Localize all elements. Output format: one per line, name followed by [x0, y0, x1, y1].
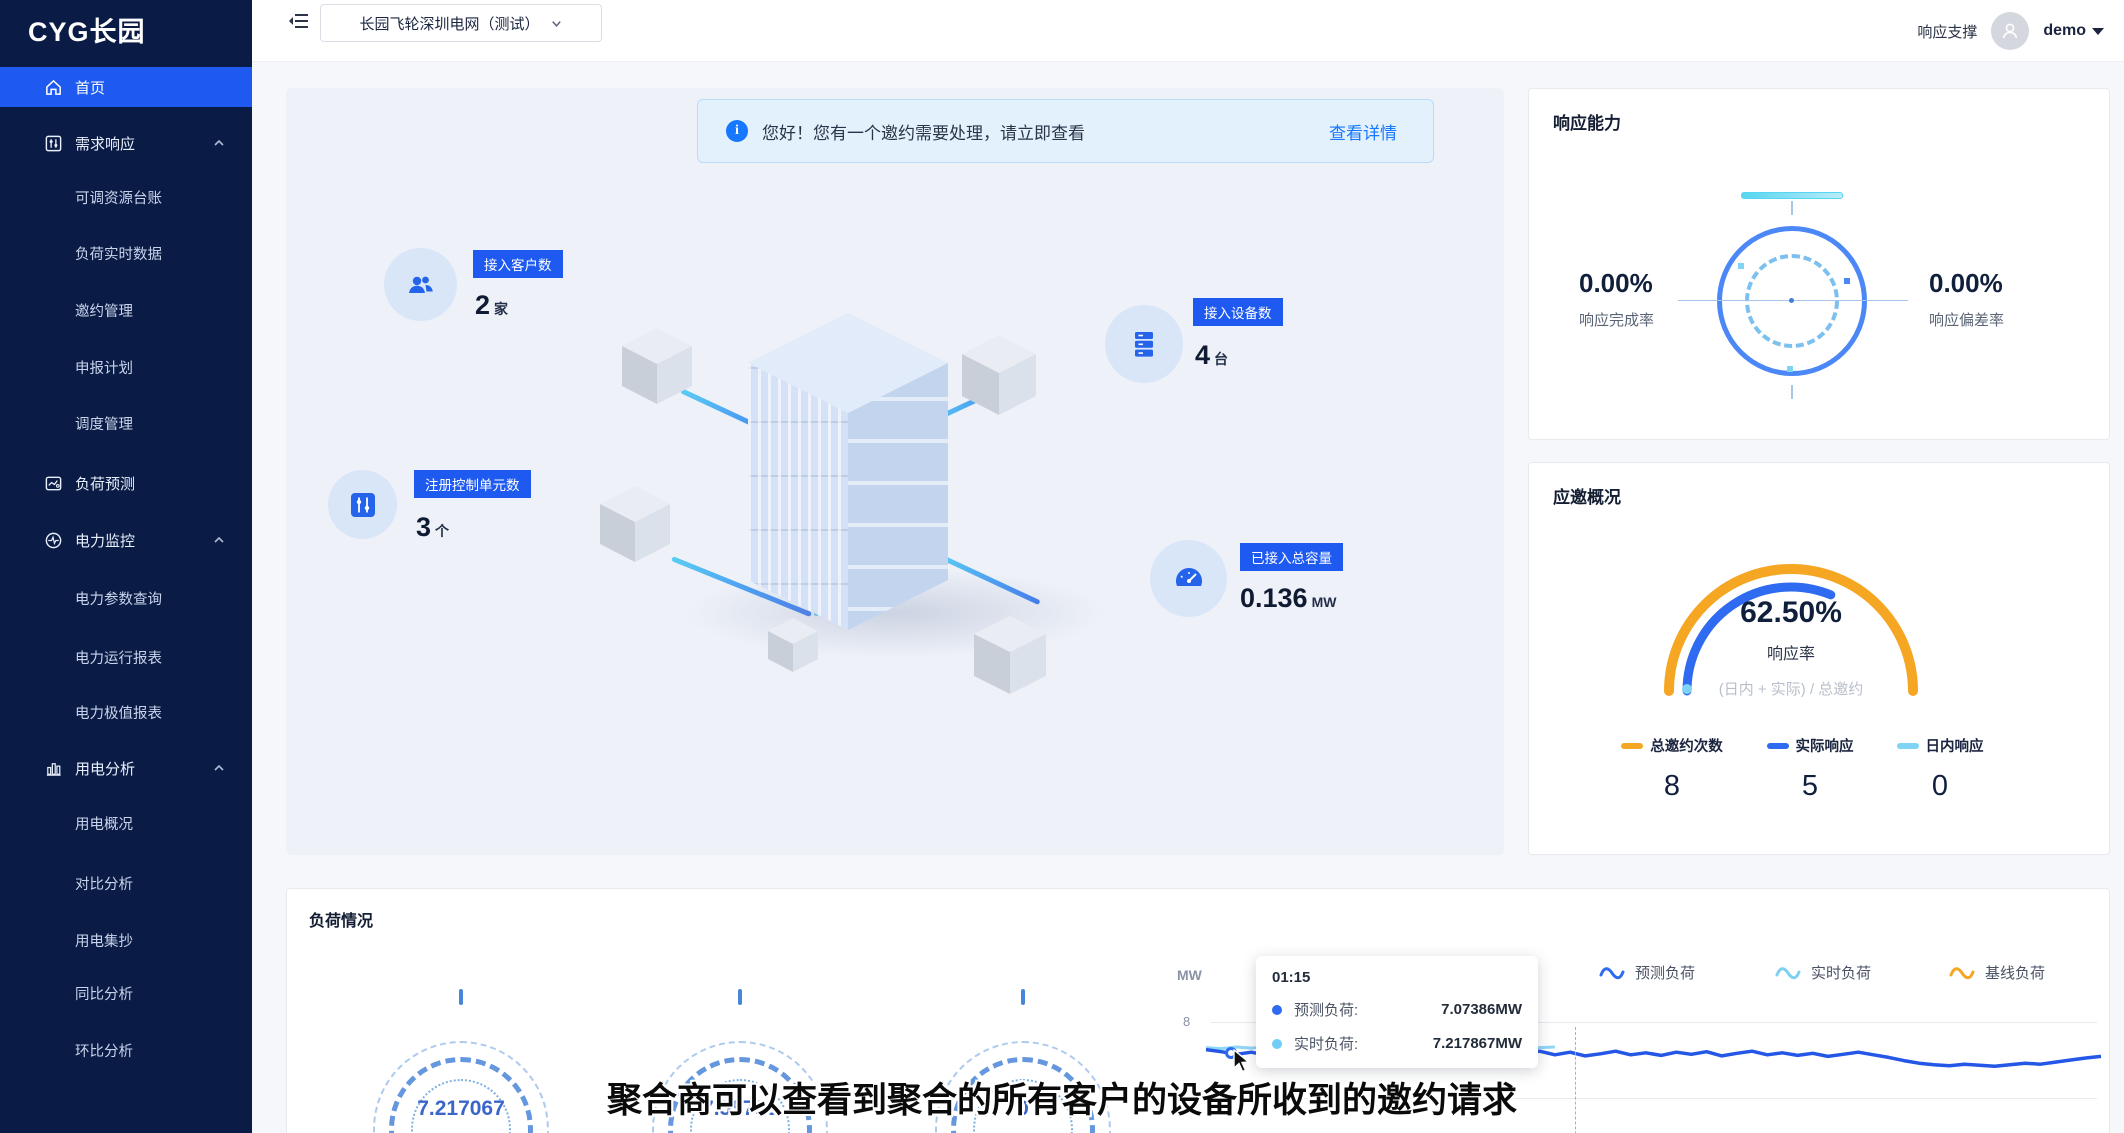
app-root: CYG长园 首页 需求响应 可调资源台账 负荷实时数据 邀约管理 申报计划 调度… [0, 0, 2124, 1133]
legend-total-invitations[interactable]: 总邀约次数 8 [1613, 735, 1731, 803]
topbar-right: 响应支撑 demo [1917, 0, 2104, 62]
home-icon [42, 76, 64, 98]
info-icon: i [726, 120, 748, 142]
wave-icon [1599, 964, 1625, 982]
sidebar-item-home[interactable]: 首页 [0, 67, 252, 107]
series-dot [1272, 1005, 1282, 1015]
sidebar-item-comparison-analysis[interactable]: 对比分析 [0, 863, 252, 903]
chevron-up-icon [212, 533, 226, 547]
username: demo [2043, 22, 2086, 40]
usage-analysis-icon [42, 757, 64, 779]
sidebar-item-power-parameter-query[interactable]: 电力参数查询 [0, 578, 252, 618]
wave-icon [1949, 964, 1975, 982]
avatar[interactable] [1991, 12, 2029, 50]
sidebar-item-label: 需求响应 [75, 133, 135, 154]
legend-baseline-load[interactable]: 基线负荷 [1949, 962, 2045, 983]
sidebar-item-mom-analysis[interactable]: 环比分析 [0, 1030, 252, 1070]
banner-message: 您好！您有一个邀约需要处理，请立即查看 [762, 119, 1329, 144]
legend-forecast-load[interactable]: 预测负荷 [1599, 962, 1695, 983]
control-unit-icon [328, 470, 397, 539]
response-completion: 0.00% 响应完成率 [1579, 268, 1729, 330]
gauge-icon [1150, 540, 1227, 617]
sidebar: CYG长园 首页 需求响应 可调资源台账 负荷实时数据 邀约管理 申报计划 调度… [0, 0, 252, 1133]
load-forecast-icon [42, 472, 64, 494]
video-subtitle: 聚合商可以查看到聚合的所有客户的设备所收到的邀约请求 [607, 1072, 1517, 1123]
stat-badge: 注册控制单元数 [414, 470, 531, 498]
node-cube [622, 328, 692, 404]
sidebar-item-power-operation-report[interactable]: 电力运行报表 [0, 637, 252, 677]
caret-down-icon [2092, 28, 2104, 35]
time-marker-line [1575, 1027, 1576, 1133]
chevron-up-icon [212, 761, 226, 775]
org-selector-dropdown[interactable]: 长园飞轮深圳电网（测试） [320, 4, 602, 42]
legend-realtime-load[interactable]: 实时负荷 [1775, 962, 1871, 983]
sidebar-item-meter-reading[interactable]: 用电集抄 [0, 920, 252, 960]
sidebar-item-adjustable-resources[interactable]: 可调资源台账 [0, 177, 252, 217]
sidebar-item-invitation-management[interactable]: 邀约管理 [0, 290, 252, 330]
user-menu[interactable]: demo [2043, 22, 2104, 40]
sidebar-item-demand-response[interactable]: 需求响应 [0, 123, 252, 163]
sidebar-item-usage-overview[interactable]: 用电概况 [0, 803, 252, 843]
response-capability-card: 响应能力 0.00% 响应完成率 0.00% 响应偏差率 [1528, 88, 2110, 440]
stat-value: 3个 [416, 512, 449, 543]
support-link[interactable]: 响应支撑 [1917, 21, 1977, 42]
mouse-cursor [1233, 1049, 1255, 1073]
tooltip-row: 预测负荷: 7.07386MW [1272, 999, 1522, 1020]
sidebar-item-dispatch-management[interactable]: 调度管理 [0, 403, 252, 443]
stat-badge: 接入设备数 [1193, 298, 1283, 326]
sidebar-item-yoy-analysis[interactable]: 同比分析 [0, 973, 252, 1013]
node-cube [962, 335, 1036, 415]
sidebar-item-label: 首页 [75, 77, 105, 98]
stat-badge: 接入客户数 [473, 250, 563, 278]
power-monitor-icon [42, 529, 64, 551]
tooltip-row: 实时负荷: 7.217867MW [1272, 1033, 1522, 1054]
response-rate: 62.50% 响应率 (日内 + 实际) / 总邀约 [1641, 596, 1941, 699]
sidebar-item-realtime-load-data[interactable]: 负荷实时数据 [0, 233, 252, 273]
sidebar-item-declaration-plan[interactable]: 申报计划 [0, 347, 252, 387]
users-icon [384, 248, 457, 321]
overview-panel: i 您好！您有一个邀约需要处理，请立即查看 查看详情 [286, 88, 1504, 855]
chart-tooltip: 01:15 预测负荷: 7.07386MW 实时负荷: 7.217867MW [1256, 956, 1538, 1068]
topbar: 长园飞轮深圳电网（测试） 响应支撑 demo [252, 0, 2124, 62]
wave-icon [1775, 964, 1801, 982]
chevron-up-icon [212, 136, 226, 150]
server-icon [1105, 305, 1183, 383]
card-title: 应邀概况 [1553, 483, 1621, 508]
stat-value: 4台 [1195, 340, 1228, 371]
sidebar-collapse-icon[interactable] [288, 11, 310, 31]
legend-actual-response[interactable]: 实际响应 5 [1751, 735, 1869, 803]
invitation-banner: i 您好！您有一个邀约需要处理，请立即查看 查看详情 [697, 99, 1434, 163]
sidebar-item-usage-analysis[interactable]: 用电分析 [0, 748, 252, 788]
node-cube [600, 486, 670, 562]
brand-logo: CYG长园 [28, 10, 146, 49]
card-title: 响应能力 [1553, 109, 1621, 134]
response-deviation: 0.00% 响应偏差率 [1929, 268, 2079, 330]
view-details-link[interactable]: 查看详情 [1329, 119, 1397, 144]
series-dot [1272, 1039, 1282, 1049]
sidebar-item-power-extreme-report[interactable]: 电力极值报表 [0, 692, 252, 732]
stat-badge: 已接入总容量 [1240, 543, 1343, 571]
server-illustration [748, 313, 948, 630]
legend-intraday-response[interactable]: 日内响应 0 [1881, 735, 1999, 803]
node-cube [974, 616, 1046, 694]
sidebar-item-power-monitoring[interactable]: 电力监控 [0, 520, 252, 560]
stat-value: 2家 [475, 290, 508, 321]
tooltip-time: 01:15 [1272, 969, 1522, 986]
stat-value: 0.136MW [1240, 583, 1336, 614]
sidebar-item-load-forecast[interactable]: 负荷预测 [0, 463, 252, 503]
invitation-overview-card: 应邀概况 62.50% 响应率 (日内 + 实际) / 总邀约 总邀约次数 8 … [1528, 462, 2110, 855]
gauge-top-bar [1741, 192, 1843, 199]
org-selector-value: 长园飞轮深圳电网（测试） [359, 13, 539, 34]
demand-response-icon [42, 132, 64, 154]
chevron-down-icon [550, 17, 563, 30]
